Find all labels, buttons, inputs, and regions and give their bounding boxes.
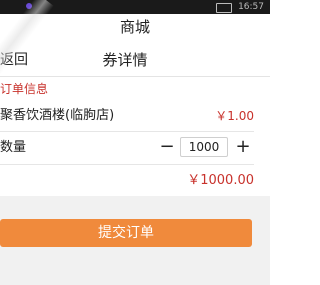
product-row: 聚香饮酒楼(临朐店) ￥1.00 xyxy=(0,101,254,132)
app-title: 商城 xyxy=(0,14,270,40)
decrease-quantity-button[interactable]: − xyxy=(156,135,178,159)
quantity-input[interactable] xyxy=(180,137,228,157)
battery-icon xyxy=(216,3,232,13)
page-title: 券详情 xyxy=(102,51,148,69)
increase-quantity-button[interactable]: + xyxy=(232,135,254,159)
submit-order-button[interactable]: 提交订单 xyxy=(0,219,252,247)
notification-dot-icon xyxy=(26,3,32,9)
status-time: 16:57 xyxy=(238,2,264,12)
order-info-header: 订单信息 xyxy=(0,82,49,96)
quantity-label: 数量 xyxy=(0,140,27,155)
total-amount: ￥1000.00 xyxy=(187,173,254,188)
product-name: 聚香饮酒楼(临朐店) xyxy=(0,108,115,123)
status-bar: 16:57 xyxy=(0,0,270,14)
total-row: ￥1000.00 xyxy=(0,165,254,195)
navbar: 返回 券详情 xyxy=(0,44,270,77)
unit-price: ￥1.00 xyxy=(215,109,254,123)
quantity-row: 数量 − + xyxy=(0,132,254,165)
